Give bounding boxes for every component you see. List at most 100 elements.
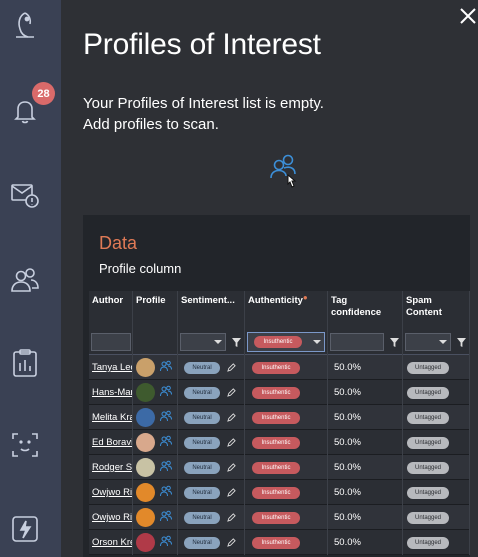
chevron-down-icon[interactable]	[313, 340, 321, 344]
add-users-icon[interactable]	[270, 152, 302, 192]
spam-pill[interactable]: Untagged	[407, 487, 449, 499]
data-card: Data Profile column Author Profile Senti…	[83, 215, 470, 557]
lightning-icon[interactable]	[10, 514, 40, 544]
sentiment-pill[interactable]: Neutral	[184, 487, 220, 499]
spam-pill[interactable]: Untagged	[407, 462, 449, 474]
profile-cell	[133, 530, 178, 555]
avatar[interactable]	[136, 508, 155, 527]
mail-alert-icon[interactable]	[10, 180, 40, 210]
author-link[interactable]: Ed Boravik	[92, 437, 132, 448]
table-row[interactable]: Owjwo Rir Neutral Insuthentic 50.0% Untagged	[89, 480, 470, 505]
filter-author-input[interactable]	[91, 333, 131, 351]
pencil-icon[interactable]	[227, 388, 236, 397]
profile-cell	[133, 380, 178, 405]
pencil-icon[interactable]	[227, 413, 236, 422]
pencil-icon[interactable]	[227, 363, 236, 372]
tag-confidence-cell: 50.0%	[328, 430, 403, 455]
authenticity-cell: Insuthentic	[245, 430, 328, 455]
author-link[interactable]: Hans-Mart	[92, 387, 132, 398]
clipboard-chart-icon[interactable]	[10, 348, 40, 378]
profile-link-icon[interactable]	[160, 360, 172, 372]
header-spam-content[interactable]: Spam Content	[403, 291, 470, 331]
profile-link-icon[interactable]	[160, 485, 172, 497]
filter-author[interactable]	[89, 331, 133, 355]
chevron-down-icon[interactable]	[214, 340, 222, 344]
pencil-icon[interactable]	[227, 538, 236, 547]
header-sentiment[interactable]: Sentiment...	[178, 291, 245, 331]
spam-pill[interactable]: Untagged	[407, 412, 449, 424]
spam-pill[interactable]: Untagged	[407, 387, 449, 399]
header-author[interactable]: Author	[89, 291, 133, 331]
authenticity-pill[interactable]: Insuthentic	[252, 387, 300, 399]
spam-pill[interactable]: Untagged	[407, 437, 449, 449]
grid-header: Author Profile Sentiment... Authenticity…	[89, 291, 470, 331]
users-icon[interactable]	[10, 265, 40, 295]
table-row[interactable]: Rodger Sra Neutral Insuthentic 50.0% Untagge…	[89, 455, 470, 480]
avatar[interactable]	[136, 408, 155, 427]
sentiment-pill[interactable]: Neutral	[184, 412, 220, 424]
funnel-icon[interactable]	[232, 338, 241, 347]
filter-tag-input[interactable]	[330, 333, 384, 351]
avatar[interactable]	[136, 383, 155, 402]
authenticity-pill[interactable]: Insuthentic	[252, 437, 300, 449]
pencil-icon[interactable]	[227, 438, 236, 447]
authenticity-pill[interactable]: Insuthentic	[252, 487, 300, 499]
authenticity-pill[interactable]: Insuthentic	[252, 512, 300, 524]
table-row[interactable]: Orson Kre Neutral Insuthentic 50.0% Untagged	[89, 530, 470, 555]
table-row[interactable]: Hans-Mart Neutral Insuthentic 50.0% Untagged	[89, 380, 470, 405]
table-row[interactable]: Melita Kra Neutral Insuthentic 50.0% Untagge…	[89, 405, 470, 430]
author-link[interactable]: Owjwo Rir	[92, 512, 132, 523]
spam-pill[interactable]: Untagged	[407, 537, 449, 549]
author-link[interactable]: Tanya Leon	[92, 362, 132, 373]
pencil-icon[interactable]	[227, 463, 236, 472]
header-authenticity[interactable]: Authenticity●	[245, 291, 328, 331]
sentiment-pill[interactable]: Neutral	[184, 537, 220, 549]
sentiment-pill[interactable]: Neutral	[184, 387, 220, 399]
face-scan-icon[interactable]	[10, 430, 40, 460]
authenticity-pill[interactable]: Insuthentic	[252, 362, 300, 374]
avatar[interactable]	[136, 433, 155, 452]
filter-spam[interactable]	[403, 331, 470, 355]
card-title: Data	[99, 233, 138, 253]
profile-link-icon[interactable]	[160, 535, 172, 547]
funnel-icon[interactable]	[457, 338, 466, 347]
table-row[interactable]: Ed Boravik Neutral Insuthentic 50.0% Untagge…	[89, 430, 470, 455]
table-row[interactable]: Tanya Leon Neutral Insuthentic 50.0% Untagge…	[89, 355, 470, 380]
close-icon[interactable]	[458, 6, 478, 26]
chevron-down-icon[interactable]	[439, 340, 447, 344]
author-link[interactable]: Rodger Sra	[92, 462, 132, 473]
avatar[interactable]	[136, 358, 155, 377]
spam-pill[interactable]: Untagged	[407, 512, 449, 524]
owl-logo-icon[interactable]	[10, 10, 40, 40]
header-tag-label-2: confidence	[331, 307, 382, 318]
pencil-icon[interactable]	[227, 513, 236, 522]
funnel-icon[interactable]	[390, 338, 399, 347]
sentiment-pill[interactable]: Neutral	[184, 362, 220, 374]
author-link[interactable]: Owjwo Rir	[92, 487, 132, 498]
authenticity-pill[interactable]: Insuthentic	[252, 537, 300, 549]
avatar[interactable]	[136, 458, 155, 477]
authenticity-pill[interactable]: Insuthentic	[252, 412, 300, 424]
header-tag-confidence[interactable]: Tag confidence	[328, 291, 403, 331]
profile-link-icon[interactable]	[160, 435, 172, 447]
pencil-icon[interactable]	[227, 488, 236, 497]
sentiment-pill[interactable]: Neutral	[184, 462, 220, 474]
profile-link-icon[interactable]	[160, 460, 172, 472]
notification-count-badge[interactable]: 28	[32, 82, 55, 105]
table-row[interactable]: Owjwo Rir Neutral Insuthentic 50.0% Untagged	[89, 505, 470, 530]
filter-sentiment[interactable]	[178, 331, 245, 355]
avatar[interactable]	[136, 483, 155, 502]
spam-pill[interactable]: Untagged	[407, 362, 449, 374]
author-link[interactable]: Melita Kra	[92, 412, 132, 423]
avatar[interactable]	[136, 533, 155, 552]
profile-link-icon[interactable]	[160, 385, 172, 397]
author-link[interactable]: Orson Kre	[92, 537, 132, 548]
filter-tag-confidence[interactable]	[328, 331, 403, 355]
profile-link-icon[interactable]	[160, 510, 172, 522]
sentiment-pill[interactable]: Neutral	[184, 512, 220, 524]
profile-link-icon[interactable]	[160, 410, 172, 422]
header-profile[interactable]: Profile	[133, 291, 178, 331]
filter-authenticity[interactable]: Insuthentic	[245, 331, 328, 355]
sentiment-pill[interactable]: Neutral	[184, 437, 220, 449]
authenticity-pill[interactable]: Insuthentic	[252, 462, 300, 474]
